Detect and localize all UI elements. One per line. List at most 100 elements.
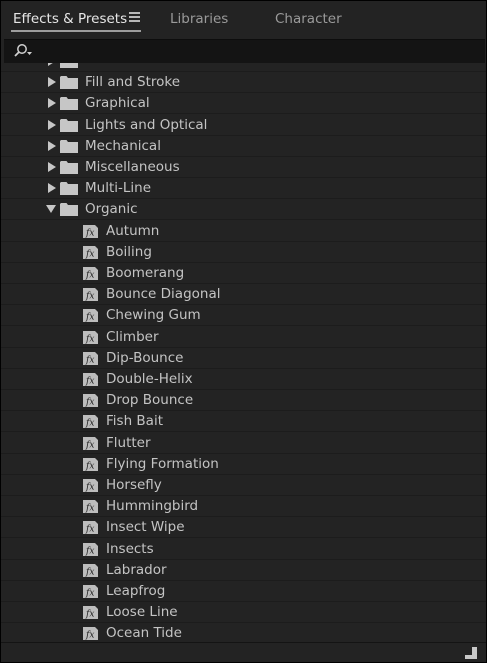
tree-preset-row[interactable]: fx Bounce Diagonal [1,284,486,306]
svg-text:fx: fx [85,398,94,408]
triangle-down-icon[interactable] [46,204,56,214]
panel-tab-bar: Effects & Presets Libraries Character [1,1,486,36]
tree-folder-row[interactable]: Organic [1,199,486,221]
fx-preset-icon: fx [83,373,98,387]
tree-folder-row[interactable]: Lights and Optical [1,115,486,136]
fx-preset-icon: fx [83,436,98,450]
tree-folder-row[interactable]: Multi-Line [1,178,486,200]
tree-preset-row[interactable]: fx Boomerang [1,263,486,284]
preset-label: Labrador [106,561,167,578]
tree-preset-row[interactable]: fx Flying Formation [1,454,486,475]
preset-label: Bounce Diagonal [106,286,221,303]
search-input[interactable] [38,42,482,62]
panel-bottom-bar [1,642,486,662]
preset-label: Loose Line [106,604,178,621]
preset-label: Climber [106,328,159,345]
triangle-right-icon[interactable] [47,183,57,194]
fx-preset-icon: fx [83,330,98,344]
tab-libraries[interactable]: Libraries [170,9,228,29]
svg-text:fx: fx [85,313,94,323]
tree-folder-row[interactable]: Mechanical [1,136,486,157]
fx-preset-icon: fx [83,351,98,365]
preset-label: Dip-Bounce [106,349,184,366]
svg-text:fx: fx [85,589,94,599]
tree-folder-row[interactable]: Miscellaneous [1,157,486,178]
fx-preset-icon: fx [83,479,98,493]
tree-preset-row[interactable]: fx Hummingbird [1,496,486,518]
tree-preset-row[interactable]: fx Flutter [1,433,486,454]
fx-preset-icon: fx [83,521,98,535]
preset-label: Fish Bait [106,413,163,430]
preset-label: Hummingbird [106,498,199,515]
preset-label: Horsefly [106,477,162,493]
svg-text:fx: fx [85,631,94,641]
fx-preset-icon: fx [83,394,98,408]
tree-folder-row[interactable]: Fill and Stroke [1,72,486,94]
tree-preset-row[interactable]: fx Climber [1,327,486,348]
fx-preset-icon: fx [83,542,98,556]
folder-icon [60,118,78,132]
tree-preset-row[interactable]: fx Loose Line [1,602,486,624]
new-bin-icon[interactable] [464,646,478,660]
folder-icon [60,182,78,196]
triangle-right-icon[interactable] [47,140,57,151]
triangle-right-icon[interactable] [47,63,57,66]
fx-preset-icon: fx [83,606,98,620]
preset-label: Autumn [106,222,160,239]
triangle-right-icon[interactable] [47,162,57,172]
tab-effects-presets[interactable]: Effects & Presets [13,9,127,29]
preset-label: Drop Bounce [106,392,194,409]
active-tab-underline [11,30,141,32]
tree-preset-row[interactable]: fx Insect Wipe [1,517,486,539]
preset-label: Leapfrog [106,583,166,599]
folder-label: Multi-Line [85,180,152,197]
svg-text:fx: fx [85,377,94,387]
tree-preset-row[interactable]: fx Horsefly [1,475,486,496]
tree-preset-row[interactable]: fx Double-Helix [1,369,486,390]
tree-folder-row[interactable]: Graphical [1,93,486,115]
tree-folder-row[interactable] [1,63,486,72]
triangle-right-icon[interactable] [47,98,57,109]
fx-preset-icon: fx [83,500,98,514]
triangle-right-icon[interactable] [47,119,57,130]
folder-icon [60,139,78,153]
svg-text:fx: fx [85,271,94,281]
svg-text:fx: fx [85,228,94,238]
tree-preset-row[interactable]: fx Fish Bait [1,411,486,433]
svg-text:fx: fx [85,546,94,556]
folder-label: Miscellaneous [85,159,180,175]
folder-label: Organic [85,201,138,218]
preset-label: Insects [106,540,154,557]
fx-preset-icon: fx [83,457,98,471]
tree-preset-row[interactable]: fx Drop Bounce [1,390,486,412]
tree-preset-row[interactable]: fx Boiling [1,242,486,263]
svg-text:fx: fx [85,334,94,344]
tree-preset-row[interactable]: fx Labrador [1,560,486,581]
fx-preset-icon: fx [83,245,98,259]
triangle-right-icon[interactable] [47,77,57,88]
folder-label: Mechanical [85,137,161,154]
folder-icon [60,161,78,174]
tree-preset-row[interactable]: fx Chewing Gum [1,305,486,327]
tree-preset-row[interactable]: fx Insects [1,539,486,560]
folder-label: Fill and Stroke [85,74,181,91]
fx-preset-icon: fx [83,563,98,577]
tree-preset-row[interactable]: fx Ocean Tide [1,623,486,642]
svg-text:fx: fx [85,440,94,450]
fx-preset-icon: fx [83,224,98,238]
fx-preset-icon: fx [83,415,98,429]
search-bar [4,39,485,63]
search-icon[interactable] [12,43,34,59]
folder-label: Graphical [85,95,150,112]
hamburger-menu-icon[interactable] [129,12,140,22]
tab-character[interactable]: Character [275,9,342,29]
folder-icon [60,63,78,68]
tree-preset-row[interactable]: fx Leapfrog [1,581,486,602]
svg-text:fx: fx [85,419,94,429]
svg-text:fx: fx [85,355,94,365]
preset-label: Boiling [106,243,152,260]
tree-preset-row[interactable]: fx Dip-Bounce [1,348,486,369]
fx-preset-icon: fx [83,288,98,302]
svg-text:fx: fx [85,249,94,259]
tree-preset-row[interactable]: fx Autumn [1,221,486,242]
